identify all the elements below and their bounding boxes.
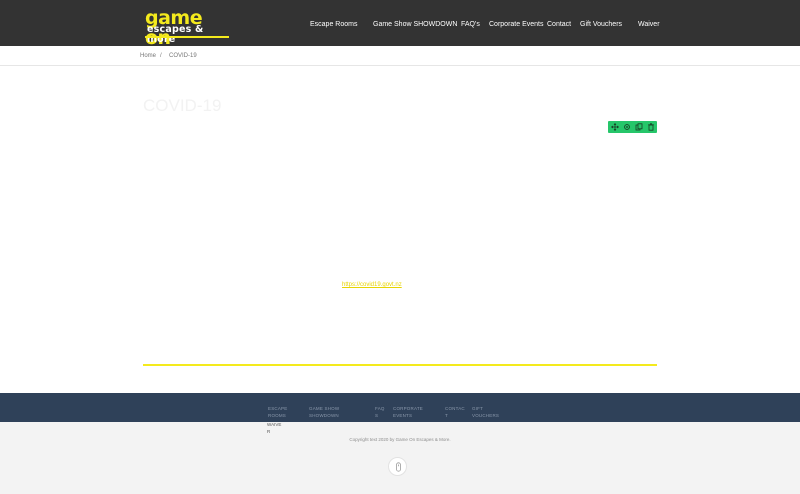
nav-gift-vouchers[interactable]: Gift Vouchers (580, 20, 622, 29)
nav-escape-rooms[interactable]: Escape Rooms (310, 20, 357, 29)
nav-corporate-events[interactable]: Corporate Events (489, 20, 543, 29)
content-divider (143, 364, 657, 366)
copyright-text: Copyright text 2020 by Game On Escapes &… (349, 437, 451, 442)
page-title: COVID-19 (143, 96, 222, 115)
nav-waiver[interactable]: Waiver (638, 20, 660, 29)
nav-contact[interactable]: Contact (547, 20, 571, 29)
logo-underline (145, 36, 229, 38)
footer-nav-gift-vouchers[interactable]: GIFT VOUCHERS (472, 405, 499, 419)
settings-icon[interactable] (623, 123, 631, 131)
site-logo[interactable]: game on escapes & more (145, 8, 231, 48)
nav-faqs[interactable]: FAQ's (461, 20, 480, 29)
footer-nav-contact[interactable]: CONTAC T (445, 405, 465, 419)
breadcrumb (0, 46, 800, 66)
logo-tagline: escapes & more (147, 24, 204, 45)
footer-nav-corporate-events[interactable]: CORPORATE EVENTS (393, 405, 423, 419)
move-icon[interactable] (611, 123, 619, 131)
arrow-up-icon (396, 462, 401, 472)
editor-toolbox (608, 121, 657, 133)
breadcrumb-current: COVID-19 (169, 53, 197, 59)
footer-nav-game-show[interactable]: GAME SHOW SHOWDOWN (309, 405, 339, 419)
footer-nav-waiver[interactable]: WAIVE R (267, 421, 281, 435)
copy-icon[interactable] (635, 123, 643, 131)
nav-game-show[interactable]: Game Show SHOWDOWN (373, 20, 457, 29)
scroll-to-top-button[interactable] (388, 457, 407, 476)
footer-nav-faqs[interactable]: FAQ S (375, 405, 385, 419)
breadcrumb-home[interactable]: Home (140, 53, 156, 60)
breadcrumb-separator: / (160, 53, 162, 59)
delete-icon[interactable] (647, 123, 655, 131)
footer-nav-escape-rooms[interactable]: ESCAPE ROOMS (268, 405, 287, 419)
covid-govt-link[interactable]: https://covid19.govt.nz (342, 281, 402, 289)
